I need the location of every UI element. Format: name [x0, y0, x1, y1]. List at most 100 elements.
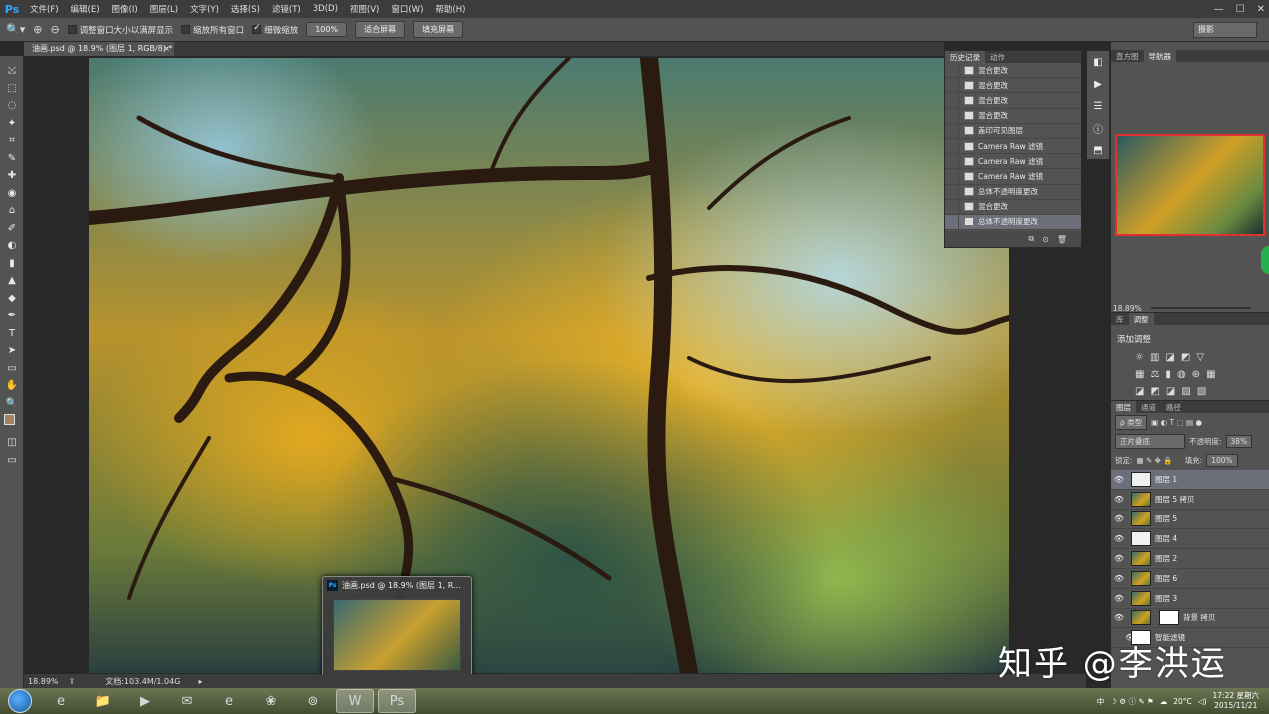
healing-brush-tool-icon[interactable]: ✚ — [0, 167, 24, 185]
fit-screen-button[interactable]: 适合屏幕 — [355, 21, 406, 38]
quick-mask-icon[interactable]: ◫ — [0, 434, 24, 452]
status-menu-arrow[interactable]: ▸ — [198, 677, 202, 686]
color-lookup-icon[interactable]: ▦ — [1206, 369, 1215, 380]
layer-row[interactable]: 👁 图层 4 — [1111, 529, 1269, 550]
trash-icon[interactable]: 🗑 — [1057, 235, 1067, 244]
media-player-icon[interactable]: ▶ — [126, 689, 164, 713]
history-checkbox[interactable] — [945, 123, 959, 139]
visibility-eye-icon[interactable]: 👁 — [1111, 554, 1127, 563]
visibility-eye-icon[interactable]: 👁 — [1111, 594, 1127, 603]
layer-row[interactable]: 👁 图层 2 — [1111, 549, 1269, 569]
clock[interactable]: 17:22 星期六 2015/11/21 — [1213, 691, 1260, 711]
document-tab[interactable]: 油画.psd @ 18.9% (图层 1, RGB/8) * × — [24, 42, 174, 56]
photo-filter-icon[interactable]: ◍ — [1177, 369, 1186, 380]
volume-icon[interactable]: ◁) — [1198, 697, 1207, 706]
play-icon[interactable]: ▶ — [1087, 73, 1109, 95]
exposure-icon[interactable]: ◩ — [1181, 352, 1190, 363]
history-checkbox[interactable] — [945, 77, 959, 93]
new-document-icon[interactable]: ⧉ — [1028, 234, 1034, 244]
invert-icon[interactable]: ◪ — [1135, 386, 1144, 397]
floating-widget[interactable] — [1261, 246, 1269, 274]
tab-channels[interactable]: 通道 — [1136, 401, 1161, 413]
brush-panel-icon[interactable]: ⬒ — [1087, 139, 1109, 161]
menu-image[interactable]: 图像(I) — [106, 3, 144, 15]
channel-mixer-icon[interactable]: ⊛ — [1192, 369, 1200, 380]
close-tab-icon[interactable]: × — [163, 42, 170, 56]
brightness-icon[interactable]: ☼ — [1135, 352, 1144, 363]
tab-adjustments[interactable]: 调整 — [1128, 313, 1154, 325]
tab-layers[interactable]: 图层 — [1111, 401, 1136, 413]
layer-name[interactable]: 图层 2 — [1155, 553, 1177, 564]
tab-actions[interactable]: 动作 — [985, 51, 1010, 63]
history-row[interactable]: 混合更改 — [945, 199, 1081, 215]
menu-3d[interactable]: 3D(D) — [307, 4, 344, 14]
word-icon[interactable]: W — [336, 689, 374, 713]
history-checkbox[interactable] — [945, 214, 959, 230]
fill-screen-button[interactable]: 填充屏幕 — [413, 21, 464, 38]
tray-icons[interactable]: ☽ ⚙ ⓘ ✎ ⚑ — [1110, 696, 1154, 707]
menu-edit[interactable]: 编辑(E) — [65, 3, 106, 15]
layer-row[interactable]: 👁 图层 5 拷贝 — [1111, 490, 1269, 510]
tab-navigator[interactable]: 导航器 — [1143, 50, 1176, 62]
history-checkbox[interactable] — [945, 62, 959, 78]
visibility-eye-icon[interactable]: 👁 — [1111, 534, 1127, 543]
menu-window[interactable]: 窗口(W) — [385, 3, 429, 15]
history-checkbox[interactable] — [945, 184, 959, 200]
flower-app-icon[interactable]: ❀ — [252, 689, 290, 713]
history-row[interactable]: 盖印可见图层 — [945, 123, 1081, 139]
dodge-tool-icon[interactable]: ◆ — [0, 290, 24, 308]
hue-saturation-icon[interactable]: ▦ — [1135, 369, 1144, 380]
tab-history[interactable]: 历史记录 — [945, 51, 985, 63]
layer-name[interactable]: 图层 1 — [1155, 474, 1177, 485]
brush-tool-icon[interactable]: ◉ — [0, 185, 24, 203]
weather-icon[interactable]: ☁ — [1160, 697, 1168, 706]
history-checkbox[interactable] — [945, 108, 959, 124]
qq-icon[interactable]: ⊚ — [294, 689, 332, 713]
eyedropper-tool-icon[interactable]: ✎ — [0, 150, 24, 168]
menu-layer[interactable]: 图层(L) — [144, 3, 184, 15]
properties-icon[interactable]: ◧ — [1087, 51, 1109, 73]
menu-help[interactable]: 帮助(H) — [429, 3, 471, 15]
history-row[interactable]: Camera Raw 滤镜 — [945, 153, 1081, 170]
filter-icons[interactable]: ▣ ◐ T ⬚ ▤ ● — [1151, 418, 1202, 427]
move-tool-icon[interactable]: ⤩ — [0, 62, 24, 80]
scrubby-zoom-option[interactable]: 细微缩放 — [252, 23, 298, 36]
eraser-tool-icon[interactable]: ◐ — [0, 237, 24, 255]
layer-kind-select[interactable]: ρ 类型 — [1115, 415, 1148, 430]
opacity-input[interactable]: 38% — [1225, 435, 1253, 448]
threshold-icon[interactable]: ◪ — [1166, 386, 1175, 397]
file-explorer-icon[interactable]: 📁 — [84, 689, 122, 713]
history-brush-tool-icon[interactable]: ✐ — [0, 220, 24, 238]
history-row[interactable]: 混合更改 — [945, 92, 1081, 109]
type-tool-icon[interactable]: T — [0, 325, 24, 343]
layer-name[interactable]: 图层 3 — [1155, 593, 1177, 604]
snapshot-icon[interactable]: ⊙ — [1042, 235, 1049, 244]
gradient-map-icon[interactable]: ▧ — [1197, 386, 1206, 397]
blur-tool-icon[interactable]: ▲ — [0, 272, 24, 290]
layer-name[interactable]: 背景 拷贝 — [1183, 612, 1215, 623]
pen-tool-icon[interactable]: ✒ — [0, 307, 24, 325]
history-row[interactable]: Camera Raw 滤镜 — [945, 168, 1081, 185]
zoom-tool-icon[interactable]: 🔍▾ — [6, 23, 25, 36]
input-language[interactable]: 中 — [1097, 696, 1105, 707]
curves-icon[interactable]: ◪ — [1165, 352, 1174, 363]
clone-stamp-tool-icon[interactable]: ⌂ — [0, 202, 24, 220]
navigator-zoom-slider[interactable] — [1151, 307, 1251, 309]
black-white-icon[interactable]: ▮ — [1165, 369, 1171, 380]
history-checkbox[interactable] — [945, 168, 959, 184]
layer-name[interactable]: 图层 4 — [1155, 533, 1177, 544]
levels-icon[interactable]: ▥ — [1150, 352, 1159, 363]
menu-select[interactable]: 选择(S) — [225, 3, 266, 15]
vibrance-icon[interactable]: ▽ — [1196, 352, 1204, 363]
workspace-select[interactable]: 摄影 — [1193, 22, 1257, 38]
mail-icon[interactable]: ✉ — [168, 689, 206, 713]
list-icon[interactable]: ☰ — [1087, 95, 1109, 117]
zoom-out-icon[interactable]: ⊖ — [50, 23, 59, 36]
zoom-level[interactable]: 18.89% — [28, 677, 59, 686]
tab-histogram[interactable]: 直方图 — [1111, 50, 1144, 62]
crop-tool-icon[interactable]: ⌗ — [0, 132, 24, 150]
ie-icon[interactable]: e — [210, 689, 248, 713]
resize-windows-option[interactable]: 调整窗口大小以满屏显示 — [67, 24, 173, 36]
history-row[interactable]: 总体不透明度更改 — [945, 184, 1081, 200]
ie-icon[interactable]: e — [42, 689, 80, 713]
